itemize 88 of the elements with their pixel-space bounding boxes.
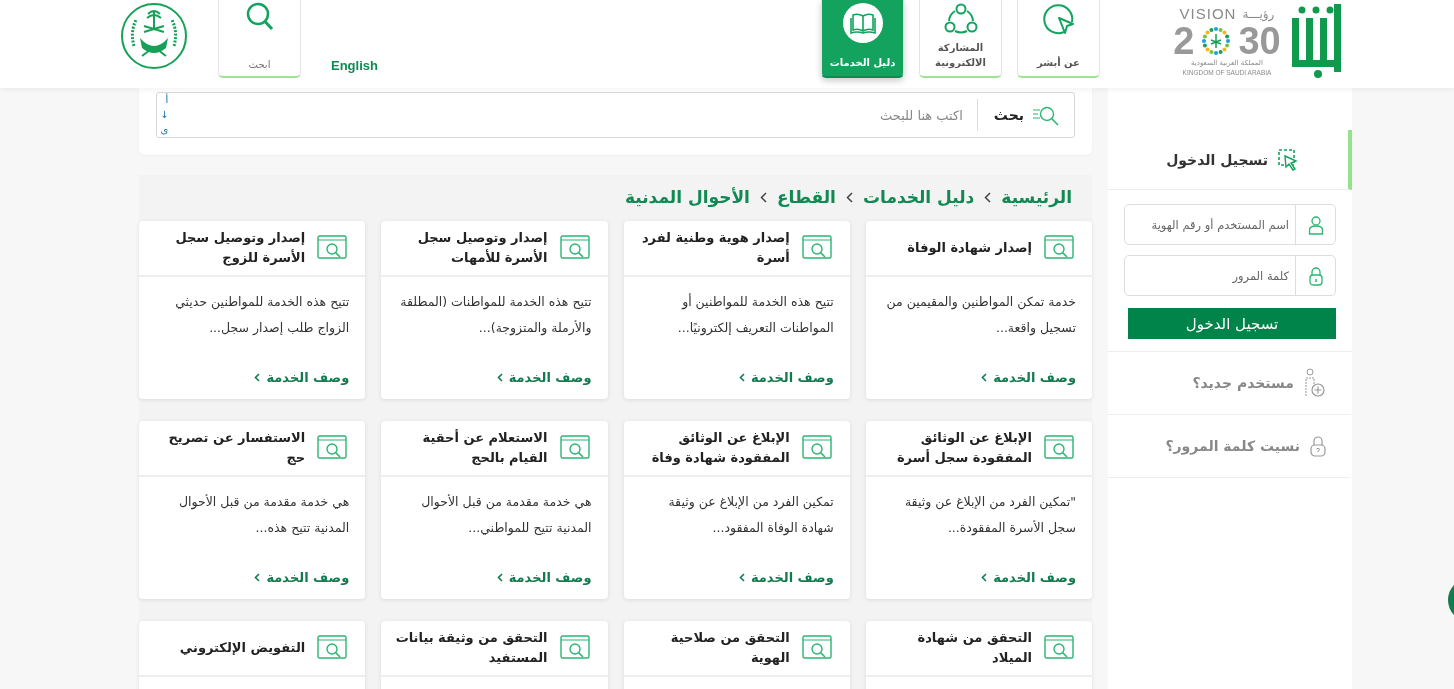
search-window-icon xyxy=(317,435,348,461)
network-icon xyxy=(942,2,979,36)
search-window-icon xyxy=(1044,635,1074,661)
service-link[interactable]: وصف الخدمة xyxy=(496,570,592,585)
service-link[interactable]: وصف الخدمة xyxy=(496,370,592,385)
breadcrumb-link[interactable]: الرئيسية xyxy=(1001,187,1072,207)
search-window-icon xyxy=(317,635,348,661)
service-description: تمكين الفرد من الإبلاغ عن وثيقة شهادة الوفاة المفقود... xyxy=(667,493,834,538)
user-icon xyxy=(1307,214,1324,235)
sort-mark: ى xyxy=(160,123,169,136)
chevron-icon xyxy=(738,373,745,382)
service-description: خدمة تمكن المواطنين والمقيمين من تسجيل واقعة... xyxy=(885,293,1076,338)
service-title: الاستعلام عن أحقية القيام بالحج xyxy=(421,428,548,468)
search-window-icon xyxy=(559,235,590,261)
service-link[interactable]: وصف الخدمة xyxy=(738,570,834,585)
nav-tab[interactable]: المشاركة الالكترونية xyxy=(919,0,1002,78)
search-window-icon xyxy=(317,235,348,261)
search-window-icon xyxy=(1044,435,1074,461)
chevron-icon xyxy=(496,573,503,582)
sort-mark: ↓ xyxy=(160,109,169,121)
search-window-icon xyxy=(559,635,590,661)
login-button[interactable]: تسجيل الدخول xyxy=(1128,308,1336,339)
service-title: إصدار وتوصيل سجل الأسرة للزوج xyxy=(174,229,306,268)
nav-tab[interactable]: عن أبشر xyxy=(1017,0,1100,78)
service-link[interactable]: وصف الخدمة xyxy=(254,370,350,385)
vision-arabic-word: رؤيـــة xyxy=(1242,6,1275,23)
chevron-icon xyxy=(981,373,988,382)
search-window-icon xyxy=(801,635,832,661)
chevron-icon xyxy=(759,191,767,203)
language-link[interactable]: English xyxy=(331,58,378,73)
vision-word: VISION xyxy=(1179,5,1237,23)
breadcrumb-link[interactable]: دليل الخدمات xyxy=(862,187,975,207)
chevron-icon xyxy=(984,191,992,203)
starburst-icon xyxy=(1200,25,1233,57)
sort-mark: أ xyxy=(164,94,169,107)
service-description: تتيح هذه الخدمة للمواطنين حديثي الزواج طلب إصدار سجل... xyxy=(174,293,350,338)
service-title: التحقق من شهادة الميلاد xyxy=(916,629,1032,667)
password-field[interactable]: كلمة المرور xyxy=(1124,255,1336,296)
service-title: الإبلاغ عن الوثائق المفقودة سجل أسرة xyxy=(895,429,1032,467)
cursor-select-icon xyxy=(1278,148,1298,171)
lock-icon xyxy=(1310,435,1326,457)
service-title: إصدار شهادة الوفاة xyxy=(907,239,1032,257)
search-window-icon xyxy=(801,435,832,461)
vision-year: 2 xyxy=(1173,23,1195,59)
service-title: التفويض الإلكتروني xyxy=(179,639,306,657)
service-title: الإبلاغ عن الوثائق المفقودة شهادة وفاة xyxy=(650,429,790,467)
service-link[interactable]: وصف الخدمة xyxy=(981,570,1076,585)
service-title: التحقق من صلاحية الهوية xyxy=(669,629,790,667)
cursor-circle-icon xyxy=(1041,2,1076,36)
search-window-icon xyxy=(1044,235,1074,261)
service-link[interactable]: وصف الخدمة xyxy=(254,570,350,585)
chevron-icon xyxy=(496,373,503,382)
search-tab[interactable]: ابحث xyxy=(218,0,301,78)
chevron-icon xyxy=(254,373,261,382)
breadcrumb-link[interactable]: الأحوال المدنية xyxy=(624,187,750,207)
chevron-icon xyxy=(981,573,988,582)
service-link[interactable]: وصف الخدمة xyxy=(738,370,834,385)
service-title: إصدار وتوصيل سجل الأسرة للأمهات xyxy=(416,229,548,267)
emblem-logo xyxy=(120,2,188,70)
breadcrumb-link[interactable]: القطاع xyxy=(776,187,836,207)
search-window-icon xyxy=(801,235,832,261)
chevron-icon xyxy=(254,573,261,582)
lock-icon xyxy=(1308,265,1323,286)
chevron-icon xyxy=(738,573,745,582)
search-field[interactable]: بحث اكتب هنا للبحث أ ↓ ى xyxy=(156,92,1075,138)
username-field[interactable]: اسم المستخدم أو رقم الهوية xyxy=(1124,204,1336,245)
service-title: التحقق من وثيقة بيانات المستفيد xyxy=(394,629,548,667)
book-icon xyxy=(841,2,884,44)
service-title: إصدار هوية وطنية لفرد أسرة xyxy=(640,229,790,267)
service-description: هي خدمة مقدمة من قبل الأحوال المدنية تتيح للمواطني... xyxy=(420,493,592,538)
add-user-icon xyxy=(1304,368,1326,398)
search-window-icon xyxy=(559,435,590,461)
sidebar-item[interactable]: تسجيل الدخول xyxy=(1108,130,1352,190)
search-button[interactable]: بحث xyxy=(976,99,1074,131)
sidebar-item[interactable]: نسيت كلمة المرور؟ xyxy=(1108,415,1352,478)
password-field[interactable]: كلمة المرور xyxy=(1125,268,1295,283)
service-title: الاستفسار عن تصريح حج xyxy=(167,429,306,467)
username-field[interactable]: اسم المستخدم أو رقم الهوية xyxy=(1125,217,1295,232)
vision-year: 30 xyxy=(1238,23,1281,59)
sidebar-item[interactable]: مستخدم جديد؟ xyxy=(1108,352,1352,415)
service-description: "تمكين الفرد من الإبلاغ عن وثيقة سجل الأسرة المفقودة... xyxy=(903,493,1076,538)
search-icon xyxy=(1032,104,1060,126)
service-link[interactable]: وصف الخدمة xyxy=(981,370,1076,385)
nav-tab[interactable]: دليل الخدمات xyxy=(821,0,904,78)
service-description: تتيح هذه الخدمة للمواطنين أو المواطنات التعريف إلكترونيًا... xyxy=(676,292,834,338)
service-description: تتيح هذه الخدمة للمواطنات (المطلقة والأرملة والمتزوجة)... xyxy=(399,293,592,338)
service-description: هي خدمة مقدمة من قبل الأحوال المدنية تتيح هذه... xyxy=(177,493,350,537)
chevron-icon xyxy=(845,191,853,203)
